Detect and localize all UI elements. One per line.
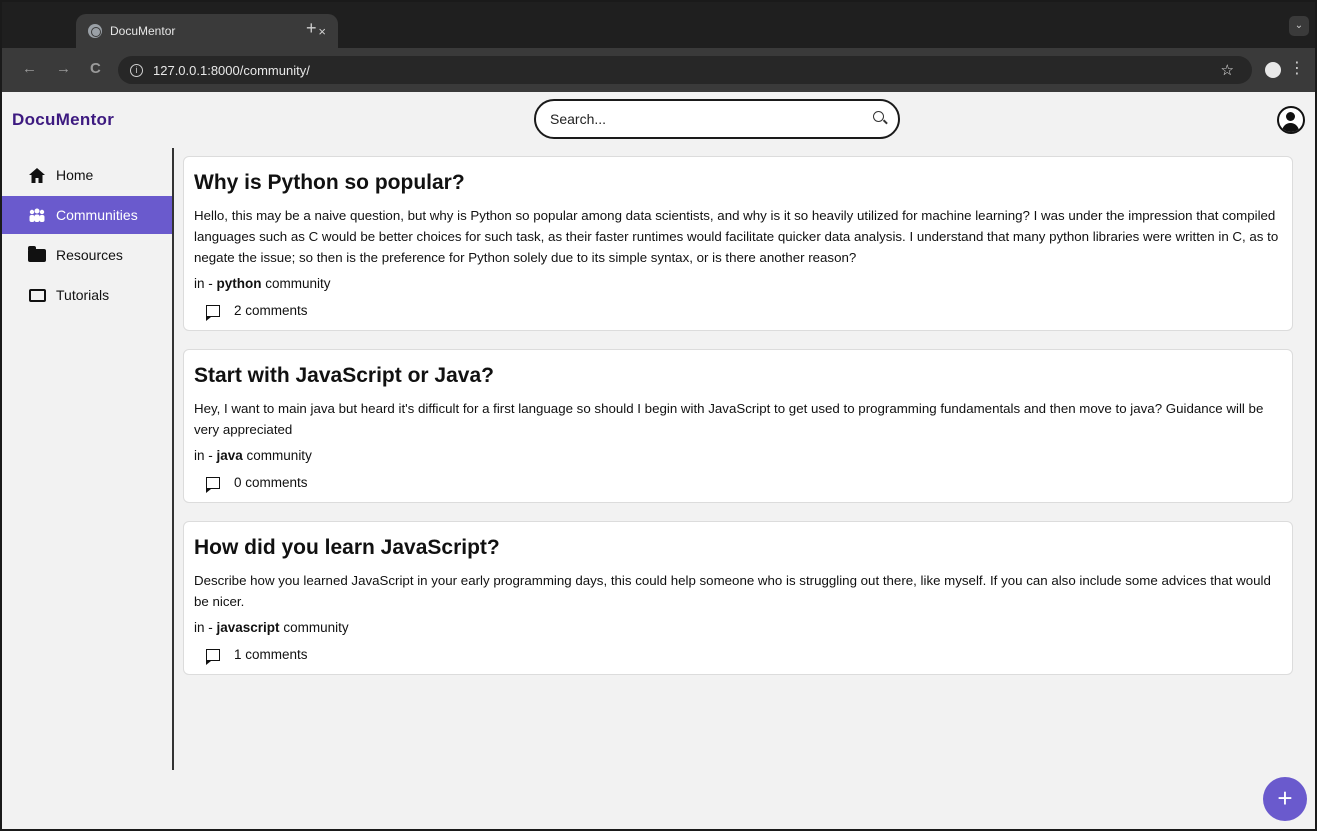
comments-button[interactable]: 2 comments [194, 303, 1282, 321]
url-text: 127.0.0.1:8000/community/ [153, 62, 310, 78]
sidebar-item-label: Communities [56, 207, 138, 223]
site-info-icon[interactable]: i [130, 63, 143, 77]
people-icon [28, 207, 46, 223]
address-bar-row: ← → C i 127.0.0.1:8000/community/ ☆ ⋮ [2, 48, 1315, 92]
post-card[interactable]: How did you learn JavaScript? Describe h… [183, 521, 1293, 675]
post-card[interactable]: Start with JavaScript or Java? Hey, I wa… [183, 349, 1293, 503]
comments-button[interactable]: 0 comments [194, 475, 1282, 493]
post-body: Describe how you learned JavaScript in y… [194, 573, 1271, 609]
new-tab-button[interactable]: + [306, 18, 317, 39]
sidebar-item-resources[interactable]: Resources [2, 236, 172, 274]
tab-title: DocuMentor [110, 24, 176, 38]
reload-button[interactable]: C [90, 60, 101, 77]
post-title[interactable]: How did you learn JavaScript? [194, 536, 1282, 560]
post-title[interactable]: Start with JavaScript or Java? [194, 364, 1282, 388]
user-avatar-icon[interactable] [1277, 106, 1305, 134]
browser-menu-icon[interactable]: ⋮ [1289, 58, 1305, 78]
back-button[interactable]: ← [22, 60, 37, 77]
sidebar: Home Communities Resources Tutorials [2, 148, 174, 770]
create-post-button[interactable]: + [1263, 777, 1307, 821]
post-community: in - python community [194, 276, 331, 291]
comment-icon [205, 648, 220, 665]
post-feed: Why is Python so popular? Hello, this ma… [183, 156, 1293, 693]
search-box [534, 99, 900, 139]
bookmark-star-icon[interactable]: ☆ [1221, 61, 1234, 79]
browser-profile-icon[interactable] [1265, 62, 1281, 78]
search-input[interactable] [550, 111, 873, 127]
sidebar-item-tutorials[interactable]: Tutorials [2, 276, 172, 314]
tab-search-dropdown-icon[interactable]: ⌄ [1289, 16, 1309, 36]
home-icon [28, 167, 46, 183]
post-community: in - java community [194, 448, 312, 463]
globe-icon [88, 24, 102, 38]
community-link[interactable]: python [217, 276, 262, 291]
comment-icon [205, 476, 220, 493]
close-tab-icon[interactable]: × [318, 24, 326, 39]
search-icon[interactable] [873, 110, 884, 122]
post-title[interactable]: Why is Python so popular? [194, 171, 1282, 195]
sidebar-item-label: Resources [56, 247, 123, 263]
post-body: Hey, I want to main java but heard it's … [194, 401, 1264, 437]
sidebar-item-label: Home [56, 167, 94, 183]
app-header: DocuMentor [2, 92, 1315, 148]
community-link[interactable]: java [217, 448, 243, 463]
post-body: Hello, this may be a naive question, but… [194, 208, 1279, 265]
comment-count: 1 comments [234, 647, 308, 662]
sidebar-item-communities[interactable]: Communities [2, 196, 172, 234]
tutorial-icon [28, 287, 46, 303]
forward-button[interactable]: → [56, 60, 71, 77]
comment-icon [205, 304, 220, 321]
sidebar-item-label: Tutorials [56, 287, 110, 303]
community-link[interactable]: javascript [217, 620, 280, 635]
sidebar-item-home[interactable]: Home [2, 156, 172, 194]
comment-count: 2 comments [234, 303, 308, 318]
url-field[interactable]: i 127.0.0.1:8000/community/ ☆ [118, 56, 1252, 84]
post-community: in - javascript community [194, 620, 349, 635]
browser-tab[interactable]: DocuMentor × [76, 14, 338, 48]
post-card[interactable]: Why is Python so popular? Hello, this ma… [183, 156, 1293, 331]
app-logo[interactable]: DocuMentor [12, 110, 114, 130]
comment-count: 0 comments [234, 475, 308, 490]
browser-window: DocuMentor × + ⌄ ← → C i 127.0.0.1:8000/… [0, 0, 1317, 831]
comments-button[interactable]: 1 comments [194, 647, 1282, 665]
browser-tab-strip: DocuMentor × + ⌄ [2, 2, 1315, 48]
folder-icon [28, 245, 46, 263]
